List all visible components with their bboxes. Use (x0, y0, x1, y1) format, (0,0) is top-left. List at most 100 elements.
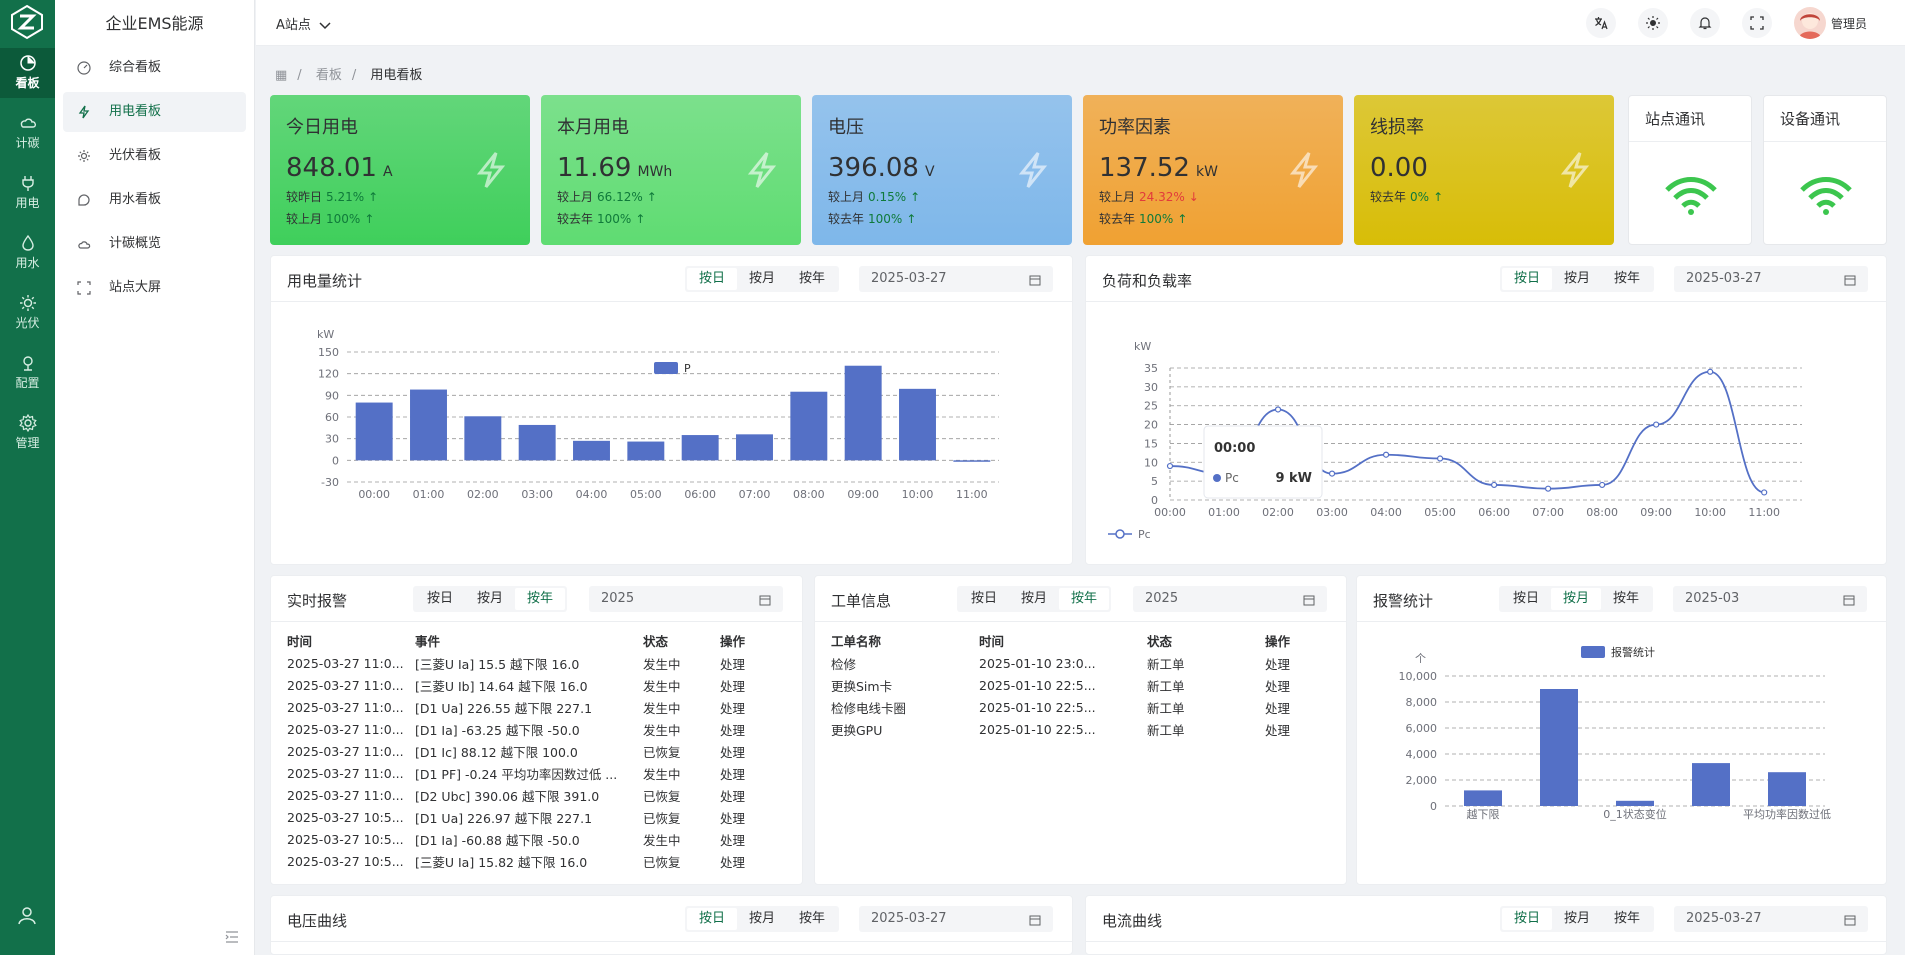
data-point[interactable] (1707, 368, 1714, 375)
bar[interactable] (518, 424, 556, 461)
data-point[interactable] (1328, 470, 1336, 477)
stat-card: 功率因素 137.52 kW 较上月 24.32% ↓ 较去年 100% ↑ (1083, 95, 1343, 245)
period-tab[interactable]: 按日 (1502, 908, 1553, 930)
bar[interactable] (681, 435, 719, 461)
date-picker[interactable]: 2025-03-27 (1674, 266, 1868, 292)
site-selector[interactable]: A站点 (276, 14, 331, 33)
bar[interactable] (464, 416, 502, 461)
date-picker[interactable]: 2025-03-27 (859, 266, 1053, 292)
sidebar-item-2[interactable]: 光伏看板 (63, 136, 246, 176)
rail-item-0[interactable]: 看板 (0, 48, 55, 98)
grid-icon[interactable]: ▦ (275, 68, 287, 83)
period-tab[interactable]: 按月 (1551, 588, 1602, 610)
period-tab[interactable]: 按月 (1552, 908, 1602, 930)
theme-button[interactable] (1638, 8, 1668, 38)
period-tab[interactable]: 按日 (1501, 588, 1551, 610)
period-tab[interactable]: 按日 (959, 588, 1009, 610)
bar[interactable] (1464, 790, 1502, 806)
data-point[interactable] (1599, 481, 1606, 489)
bar[interactable] (410, 389, 447, 461)
table-cell: 发生中 (643, 656, 681, 672)
handle-link[interactable]: 处理 (720, 718, 780, 740)
rail-item-2[interactable]: 用电 (0, 168, 55, 218)
sidebar-item-3[interactable]: 用水看板 (63, 180, 246, 220)
date-picker[interactable]: 2025-03-27 (859, 906, 1053, 932)
handle-link[interactable]: 处理 (720, 850, 780, 872)
sidebar-item-0[interactable]: 综合看板 (63, 48, 246, 88)
x-tick-label: 06:00 (1478, 506, 1510, 519)
period-tab[interactable]: 按月 (737, 268, 787, 290)
rail-item-1[interactable]: 计碳 (0, 108, 55, 158)
handle-link[interactable]: 处理 (720, 674, 780, 696)
period-tab[interactable]: 按日 (687, 908, 738, 930)
sidebar-item-1[interactable]: 用电看板 (63, 92, 246, 132)
period-tab[interactable]: 按年 (787, 908, 837, 930)
date-picker[interactable]: 2025 (1133, 586, 1327, 612)
bar[interactable] (953, 460, 991, 462)
period-tab[interactable]: 按年 (515, 588, 566, 610)
handle-link[interactable]: 处理 (1265, 652, 1325, 674)
period-tab[interactable]: 按日 (415, 588, 465, 610)
bar[interactable] (1692, 763, 1730, 806)
data-point[interactable] (1491, 481, 1498, 489)
date-picker[interactable]: 2025-03 (1673, 586, 1867, 612)
period-tab[interactable]: 按年 (787, 268, 837, 290)
collapse-menu-icon[interactable] (224, 929, 240, 945)
legend-swatch[interactable] (654, 362, 678, 374)
period-tab[interactable]: 按月 (465, 588, 515, 610)
handle-link[interactable]: 处理 (720, 806, 780, 828)
sidebar-item-4[interactable]: 计碳概览 (63, 224, 246, 264)
period-tab[interactable]: 按月 (1009, 588, 1059, 610)
handle-link[interactable]: 处理 (720, 784, 780, 806)
period-tab[interactable]: 按月 (1552, 268, 1602, 290)
period-tab[interactable]: 按年 (1602, 908, 1652, 930)
data-point[interactable] (1274, 406, 1282, 413)
bar[interactable] (573, 440, 610, 461)
bar[interactable] (736, 434, 773, 461)
handle-link[interactable]: 处理 (1265, 718, 1325, 740)
period-tab[interactable]: 按年 (1601, 588, 1651, 610)
handle-link[interactable]: 处理 (720, 696, 780, 718)
handle-link[interactable]: 处理 (720, 762, 780, 784)
breadcrumb-item[interactable]: 看板 (316, 68, 342, 83)
data-point[interactable] (1545, 485, 1552, 492)
bar[interactable] (844, 365, 882, 461)
data-point[interactable] (1382, 451, 1390, 458)
period-tab[interactable]: 按日 (1502, 268, 1553, 290)
date-picker[interactable]: 2025-03-27 (1674, 906, 1868, 932)
bar[interactable] (790, 391, 828, 461)
username[interactable]: 管理员 (1831, 15, 1867, 32)
data-point[interactable] (1653, 421, 1660, 428)
translate-button[interactable] (1586, 8, 1616, 38)
period-tab[interactable]: 按月 (737, 908, 787, 930)
bar[interactable] (1768, 772, 1806, 806)
bar[interactable] (627, 441, 665, 461)
handle-link[interactable]: 处理 (1265, 696, 1325, 718)
sidebar-item-5[interactable]: 站点大屏 (63, 268, 246, 308)
data-point[interactable] (1761, 489, 1768, 496)
bar[interactable] (1616, 800, 1654, 806)
legend-swatch[interactable] (1581, 646, 1605, 658)
avatar[interactable] (1794, 7, 1826, 39)
rail-item-4[interactable]: 光伏 (0, 288, 55, 338)
period-tab[interactable]: 按日 (687, 268, 738, 290)
bar[interactable] (899, 388, 936, 461)
notification-button[interactable] (1690, 8, 1720, 38)
handle-link[interactable]: 处理 (720, 652, 780, 674)
date-picker[interactable]: 2025 (589, 586, 783, 612)
data-point[interactable] (1436, 455, 1444, 462)
rail-item-5[interactable]: 配置 (0, 348, 55, 398)
period-tab[interactable]: 按年 (1602, 268, 1652, 290)
bar[interactable] (355, 402, 393, 461)
fullscreen-button[interactable] (1742, 8, 1772, 38)
data-point[interactable] (1166, 462, 1174, 470)
handle-link[interactable]: 处理 (720, 828, 780, 850)
handle-link[interactable]: 处理 (720, 740, 780, 762)
bar[interactable] (1540, 689, 1578, 806)
handle-link[interactable]: 处理 (1265, 674, 1325, 696)
user-icon[interactable] (17, 905, 37, 925)
table-cell: 已恢复 (643, 810, 681, 826)
rail-item-3[interactable]: 用水 (0, 228, 55, 278)
rail-item-6[interactable]: 管理 (0, 408, 55, 458)
period-tab[interactable]: 按年 (1059, 588, 1110, 610)
